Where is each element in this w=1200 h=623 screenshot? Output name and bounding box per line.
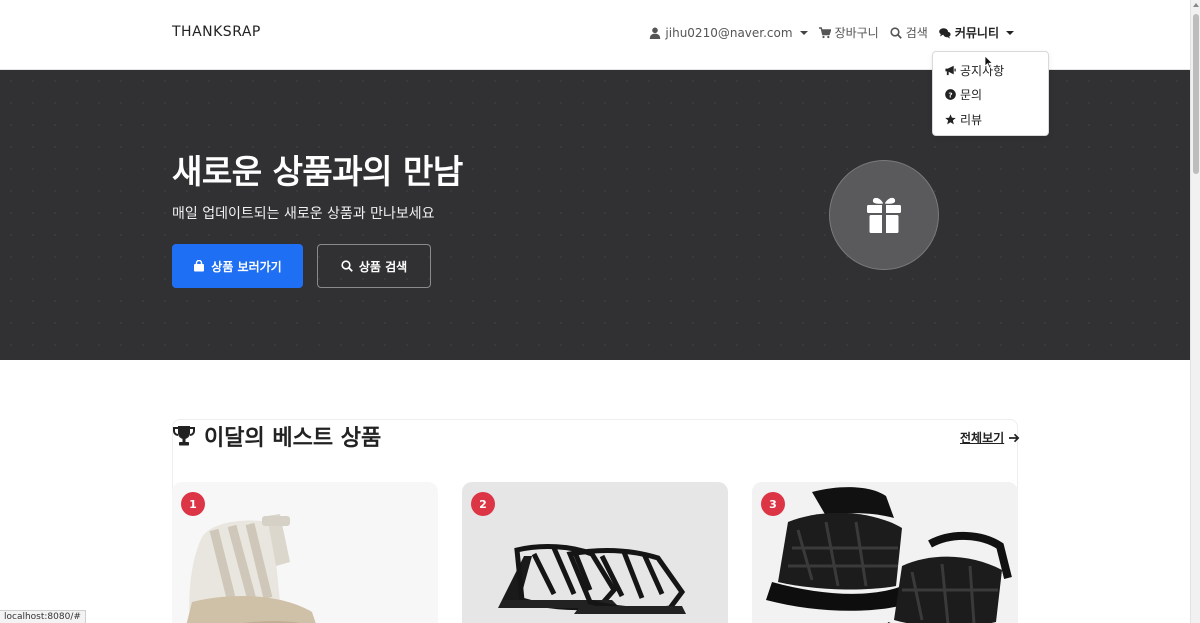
- nav-cart[interactable]: 장바구니: [818, 24, 879, 41]
- search-products-label: 상품 검색: [358, 259, 408, 274]
- shopping-bag-icon: [194, 260, 205, 272]
- search-label: 검색: [905, 26, 928, 40]
- page-scrollbar[interactable]: [1190, 0, 1200, 623]
- search-icon: [341, 260, 353, 272]
- product-card[interactable]: 1: [172, 482, 438, 623]
- megaphone-icon: [945, 65, 956, 75]
- product-image-black-strappy-sandal: [498, 544, 686, 614]
- hero-gift-badge: [829, 160, 939, 270]
- dropdown-label: 공지사항: [960, 63, 1005, 78]
- user-menu[interactable]: jihu0210@naver.com: [649, 25, 808, 40]
- search-products-button[interactable]: 상품 검색: [317, 244, 431, 288]
- dropdown-item-review[interactable]: 리뷰: [933, 107, 1048, 132]
- nav-community[interactable]: 커뮤니티: [939, 24, 1014, 41]
- scroll-up-arrow-icon[interactable]: [1193, 3, 1199, 7]
- hero-title: 새로운 상품과의 만남: [172, 152, 463, 191]
- dropdown-item-inquiry[interactable]: ? 문의: [933, 83, 1048, 108]
- mouse-cursor-icon: [984, 55, 994, 69]
- hero-subtitle: 매일 업데이트되는 새로운 상품과 만나보세요: [172, 206, 435, 222]
- brand-logo[interactable]: THANKSRAP: [172, 24, 261, 40]
- nav-right: jihu0210@naver.com 장바구니 검색 커뮤니티: [649, 24, 1014, 41]
- see-all-link[interactable]: 전체보기: [960, 429, 1020, 446]
- nav-search[interactable]: 검색: [890, 24, 928, 41]
- browse-products-label: 상품 보러가기: [211, 259, 282, 274]
- rank-badge: 1: [181, 492, 205, 516]
- arrow-right-icon: [1009, 433, 1020, 442]
- community-label: 커뮤니티: [954, 26, 999, 40]
- cart-icon: [818, 26, 831, 39]
- dropdown-label: 리뷰: [960, 112, 983, 127]
- scrollbar-thumb[interactable]: [1193, 14, 1199, 174]
- user-icon: [649, 27, 661, 39]
- gift-icon: [867, 197, 901, 233]
- browse-products-button[interactable]: 상품 보러가기: [172, 244, 303, 288]
- product-image-black-fisherman-sandal: [766, 487, 1012, 623]
- product-card[interactable]: 2: [462, 482, 728, 623]
- dropdown-label: 문의: [960, 88, 983, 103]
- chevron-down-icon: [1006, 30, 1014, 35]
- svg-text:?: ?: [948, 91, 952, 100]
- rank-badge: 3: [761, 492, 785, 516]
- question-circle-icon: ?: [945, 89, 956, 101]
- search-icon: [890, 26, 902, 39]
- chat-bubbles-icon: [939, 27, 951, 39]
- chevron-down-icon: [799, 30, 808, 35]
- best-products-heading: 이달의 베스트 상품: [172, 420, 381, 452]
- browser-status-url: localhost:8080/#: [0, 610, 86, 623]
- star-icon: [945, 114, 956, 125]
- trophy-icon: [173, 426, 195, 446]
- product-image-beige-sandal: [186, 514, 316, 623]
- user-email: jihu0210@naver.com: [665, 25, 793, 40]
- see-all-label: 전체보기: [960, 431, 1005, 445]
- best-products-title: 이달의 베스트 상품: [204, 426, 382, 451]
- rank-badge: 2: [471, 492, 495, 516]
- cart-label: 장바구니: [834, 26, 879, 40]
- product-card[interactable]: 3: [752, 482, 1018, 623]
